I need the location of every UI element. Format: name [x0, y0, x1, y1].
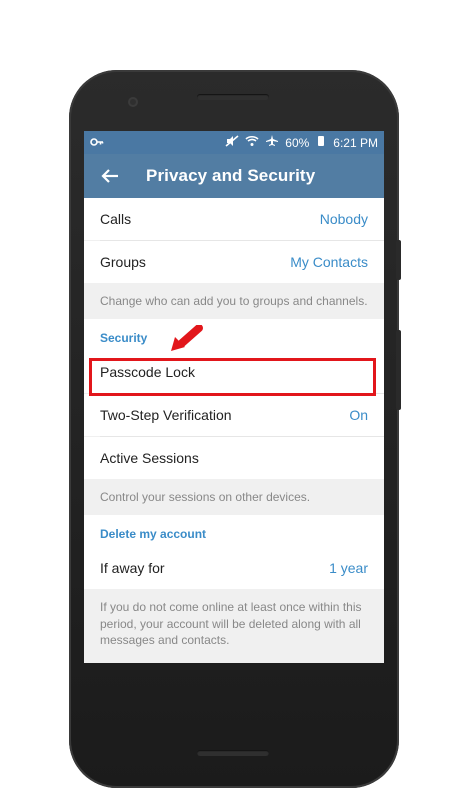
status-bar: 60% 6:21 PM	[84, 131, 384, 154]
key-icon	[90, 136, 104, 150]
security-header: Security	[84, 319, 384, 352]
calls-value: Nobody	[319, 211, 368, 227]
status-right: 60% 6:21 PM	[225, 135, 378, 150]
wifi-icon	[245, 135, 259, 150]
app-bar: Privacy and Security	[84, 154, 384, 198]
battery-text: 60%	[285, 135, 310, 150]
delete-info: If you do not come online at least once …	[84, 589, 384, 658]
red-arrow-icon	[171, 325, 203, 351]
settings-list: Calls Nobody Groups My Contacts Change w…	[84, 198, 384, 658]
two-step-verification-value: On	[349, 407, 368, 424]
camera-icon	[128, 97, 138, 107]
delete-account-header: Delete my account	[84, 515, 384, 548]
if-away-for-label: If away for	[100, 560, 165, 577]
calls-label: Calls	[100, 211, 132, 227]
active-sessions-label: Active Sessions	[100, 450, 199, 467]
mute-icon	[225, 135, 239, 150]
sessions-info: Control your sessions on other devices.	[84, 479, 384, 516]
status-time: 6:21 PM	[333, 135, 378, 150]
bottom-speaker	[197, 750, 269, 756]
two-step-verification-label: Two-Step Verification	[100, 407, 232, 424]
speaker-grille	[197, 94, 269, 100]
groups-value: My Contacts	[290, 254, 368, 270]
battery-icon	[315, 135, 327, 150]
calls-row[interactable]: Calls Nobody	[84, 198, 384, 240]
status-left	[90, 136, 104, 150]
power-button	[396, 240, 401, 280]
passcode-lock-row[interactable]: Passcode Lock	[84, 351, 384, 394]
screen: 60% 6:21 PM Privacy and Security Calls N…	[84, 131, 384, 663]
passcode-lock-label: Passcode Lock	[100, 364, 195, 381]
if-away-for-row[interactable]: If away for 1 year	[84, 547, 384, 590]
groups-info: Change who can add you to groups and cha…	[84, 283, 384, 320]
two-step-verification-row[interactable]: Two-Step Verification On	[84, 394, 384, 437]
volume-button	[396, 330, 401, 410]
airplane-icon	[265, 135, 279, 150]
back-arrow-icon[interactable]	[100, 166, 120, 186]
groups-row[interactable]: Groups My Contacts	[84, 241, 384, 283]
active-sessions-row[interactable]: Active Sessions	[84, 437, 384, 480]
if-away-for-value: 1 year	[329, 560, 368, 577]
groups-label: Groups	[100, 254, 146, 270]
page-title: Privacy and Security	[146, 166, 316, 185]
